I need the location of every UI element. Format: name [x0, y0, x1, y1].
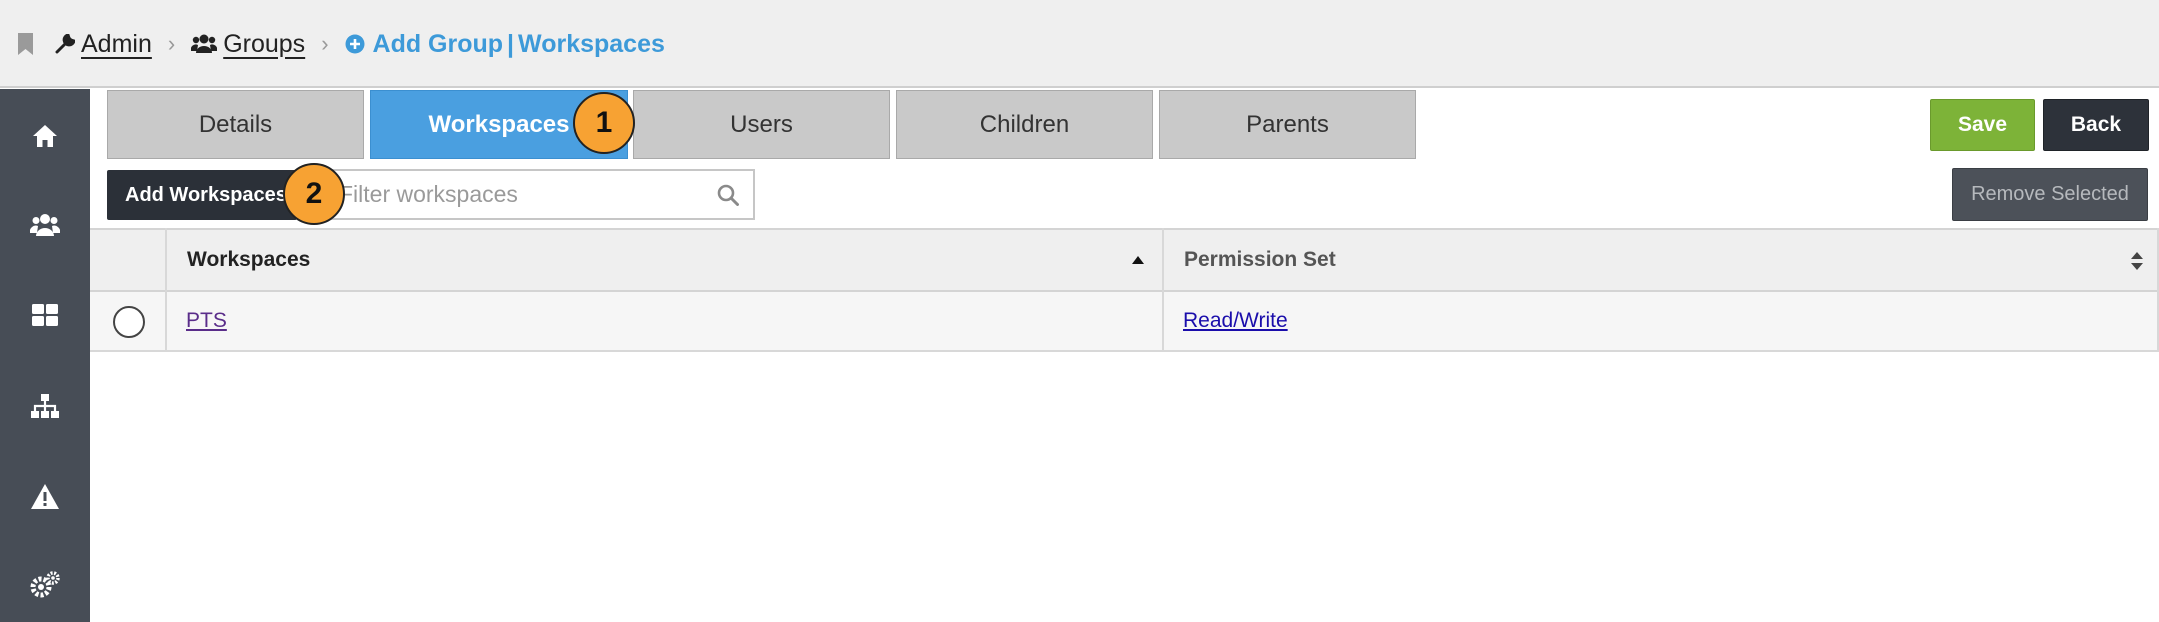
- permission-set-cell: Read/Write: [1183, 292, 1288, 350]
- filter-field[interactable]: [297, 169, 755, 220]
- top-bar: Admin › Groups › Add Group | Workspaces: [0, 0, 2159, 88]
- home-icon: [33, 125, 57, 147]
- dashboard-grid-icon: [32, 304, 58, 326]
- permission-set-link[interactable]: Read/Write: [1183, 309, 1288, 333]
- tab-label: Details: [198, 110, 273, 138]
- tab-parents[interactable]: Parents: [1159, 90, 1416, 159]
- warning-icon: [31, 483, 59, 509]
- users-icon: [30, 214, 60, 236]
- tab-label: Workspaces: [428, 110, 570, 138]
- chevron-right-icon: ›: [321, 31, 329, 56]
- filter-workspaces-input[interactable]: [299, 171, 699, 218]
- breadcrumb-groups[interactable]: Groups: [191, 30, 305, 59]
- settings-icon: [30, 571, 60, 598]
- column-header-permission-set[interactable]: Permission Set: [1184, 230, 1336, 290]
- breadcrumb-groups-label: Groups: [223, 29, 306, 58]
- sidebar: [0, 89, 90, 622]
- breadcrumb-current: Add Group | Workspaces: [345, 30, 665, 59]
- sidebar-item-home[interactable]: [0, 106, 90, 166]
- column-divider: [165, 228, 167, 352]
- sort-ascending-icon[interactable]: [1132, 256, 1144, 264]
- row-select-radio[interactable]: [113, 306, 145, 338]
- save-button[interactable]: Save: [1930, 99, 2035, 151]
- breadcrumb: Admin › Groups › Add Group | Workspaces: [18, 0, 665, 88]
- sort-unsorted-icon[interactable]: [2131, 252, 2143, 270]
- tab-label: Parents: [1246, 110, 1329, 138]
- workspace-link[interactable]: PTS: [186, 309, 227, 333]
- plus-circle-icon: [345, 34, 365, 54]
- chevron-right-icon: ›: [167, 31, 176, 56]
- bookmark-icon[interactable]: [18, 33, 33, 55]
- sidebar-item-alerts[interactable]: [0, 466, 90, 526]
- search-icon[interactable]: [717, 184, 739, 206]
- add-workspaces-button[interactable]: Add Workspaces: [107, 170, 297, 220]
- column-header-workspaces[interactable]: Workspaces: [187, 230, 310, 290]
- wrench-icon: [55, 34, 75, 54]
- callout-marker-1: 1: [573, 92, 635, 154]
- breadcrumb-current-action: Add Group: [372, 29, 504, 58]
- breadcrumb-admin-label: Admin: [81, 29, 152, 58]
- table-header: Workspaces Permission Set: [90, 228, 2159, 292]
- breadcrumb-admin[interactable]: Admin: [55, 30, 152, 59]
- sitemap-icon: [31, 394, 59, 418]
- tab-label: Children: [979, 110, 1070, 138]
- remove-selected-button[interactable]: Remove Selected: [1952, 168, 2148, 221]
- tab-label: Users: [730, 110, 793, 138]
- tab-children[interactable]: Children: [896, 90, 1153, 159]
- users-icon: [191, 34, 218, 53]
- column-header-label: Permission Set: [1184, 248, 1336, 271]
- sidebar-item-dashboard[interactable]: [0, 285, 90, 345]
- tab-details[interactable]: Details: [107, 90, 364, 159]
- column-header-label: Workspaces: [187, 248, 311, 271]
- breadcrumb-current-separator: |: [507, 29, 515, 58]
- sidebar-item-hierarchy[interactable]: [0, 376, 90, 436]
- table-row[interactable]: PTS Read/Write: [90, 292, 2159, 352]
- sidebar-item-settings[interactable]: [0, 555, 90, 615]
- column-divider: [1162, 228, 1164, 352]
- callout-marker-2: 2: [283, 163, 345, 225]
- breadcrumb-current-section: Workspaces: [518, 29, 665, 58]
- back-button[interactable]: Back: [2043, 99, 2149, 151]
- workspace-cell: PTS: [186, 292, 227, 350]
- sidebar-item-users[interactable]: [0, 195, 90, 255]
- tab-users[interactable]: Users: [633, 90, 890, 159]
